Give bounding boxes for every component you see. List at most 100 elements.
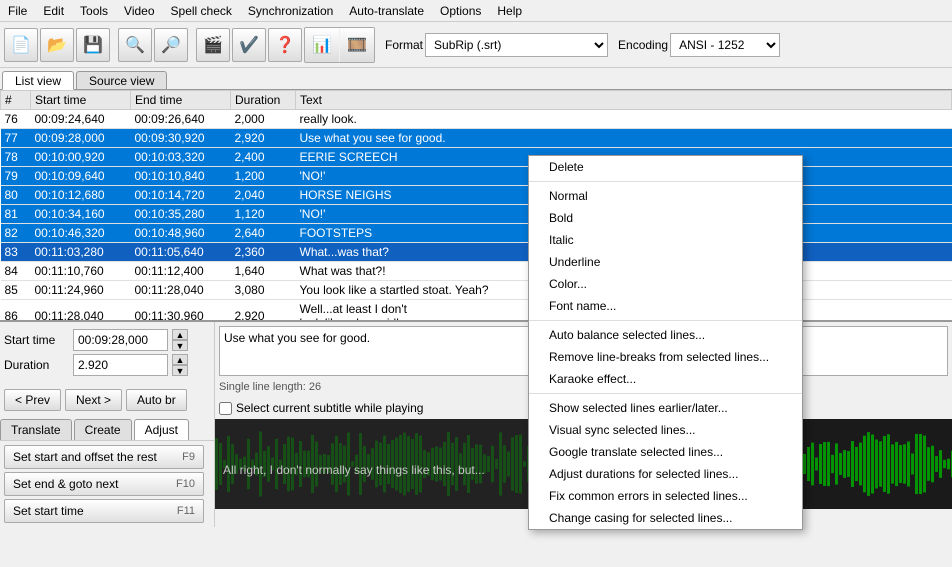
context-menu-item[interactable]: Karaoke effect... (529, 368, 802, 390)
table-row[interactable]: 85 00:11:24,960 00:11:28,040 3,080 You l… (1, 281, 952, 300)
start-time-input[interactable] (73, 329, 168, 351)
cell-num: 85 (1, 281, 31, 300)
col-header-end: End time (131, 91, 231, 110)
cell-end: 00:10:48,960 (131, 224, 231, 243)
tab-list-view[interactable]: List view (2, 71, 74, 90)
context-menu-item[interactable]: Delete (529, 156, 802, 178)
save-button[interactable]: 💾 (76, 28, 110, 62)
table-row[interactable]: 80 00:10:12,680 00:10:14,720 2,040 HORSE… (1, 186, 952, 205)
table-row[interactable]: 81 00:10:34,160 00:10:35,280 1,120 'NO!' (1, 205, 952, 224)
check-button[interactable]: ✔️ (232, 28, 266, 62)
table-row[interactable]: 84 00:11:10,760 00:11:12,400 1,640 What … (1, 262, 952, 281)
col-header-duration: Duration (231, 91, 296, 110)
cell-duration: 2,360 (231, 243, 296, 262)
menu-tools[interactable]: Tools (72, 2, 116, 20)
cell-start: 00:11:10,760 (31, 262, 131, 281)
duration-up[interactable]: ▲ (172, 354, 188, 365)
tab-adjust[interactable]: Adjust (134, 419, 189, 440)
table-row[interactable]: 82 00:10:46,320 00:10:48,960 2,640 FOOTS… (1, 224, 952, 243)
table-row[interactable]: 77 00:09:28,000 00:09:30,920 2,920 Use w… (1, 129, 952, 148)
cell-start: 00:11:03,280 (31, 243, 131, 262)
subtitle-table: # Start time End time Duration Text 76 0… (0, 90, 952, 320)
encoding-select[interactable]: ANSI - 1252 UTF-8 UTF-16 (670, 33, 780, 57)
tab-source-view[interactable]: Source view (76, 71, 167, 89)
menu-file[interactable]: File (0, 2, 35, 20)
table-row[interactable]: 86 00:11:28,040 00:11:30,960 2,920 Well.… (1, 300, 952, 321)
find-button[interactable]: 🔍 (118, 28, 152, 62)
waveform-button[interactable]: 📊 (305, 28, 339, 62)
context-menu-item[interactable]: Italic (529, 229, 802, 251)
format-select[interactable]: SubRip (.srt) MicroDVD Advanced Sub Stat… (425, 33, 608, 57)
open-button[interactable]: 📂 (40, 28, 74, 62)
video2-button[interactable]: 🎞️ (340, 28, 374, 62)
context-menu-item[interactable]: Underline (529, 251, 802, 273)
menu-video[interactable]: Video (116, 2, 162, 20)
set-start-offset-fn: F9 (182, 451, 195, 463)
duration-label: Duration (4, 358, 69, 372)
context-menu-item[interactable]: Change casing for selected lines... (529, 507, 802, 529)
cell-start: 00:11:24,960 (31, 281, 131, 300)
next-button[interactable]: Next > (65, 389, 122, 411)
set-start-offset-button[interactable]: Set start and offset the rest F9 (4, 445, 204, 469)
replace-button[interactable]: 🔎 (154, 28, 188, 62)
cell-end: 00:10:35,280 (131, 205, 231, 224)
prev-button[interactable]: < Prev (4, 389, 61, 411)
menu-options[interactable]: Options (432, 2, 489, 20)
cell-start: 00:10:12,680 (31, 186, 131, 205)
cell-num: 82 (1, 224, 31, 243)
context-menu-item[interactable]: Normal (529, 185, 802, 207)
context-menu-item[interactable]: Show selected lines earlier/later... (529, 397, 802, 419)
context-menu-item[interactable]: Font name... (529, 295, 802, 317)
table-row[interactable]: 83 00:11:03,280 00:11:05,640 2,360 What.… (1, 243, 952, 262)
duration-row: Duration ▲ ▼ (4, 354, 210, 376)
cell-end: 00:10:03,320 (131, 148, 231, 167)
context-menu-item[interactable]: Fix common errors in selected lines... (529, 485, 802, 507)
select-current-checkbox[interactable] (219, 402, 232, 415)
table-row[interactable]: 79 00:10:09,640 00:10:10,840 1,200 'NO!' (1, 167, 952, 186)
adjust-buttons-panel: Set start and offset the rest F9 Set end… (0, 441, 214, 527)
context-menu-item[interactable]: Google translate selected lines... (529, 441, 802, 463)
start-time-up[interactable]: ▲ (172, 329, 188, 340)
menu-synchronization[interactable]: Synchronization (240, 2, 341, 20)
duration-input[interactable] (73, 354, 168, 376)
cell-duration: 2,400 (231, 148, 296, 167)
video-button[interactable]: 🎬 (196, 28, 230, 62)
menu-separator (529, 320, 802, 321)
set-end-goto-label: Set end & goto next (13, 477, 118, 491)
context-menu-item[interactable]: Bold (529, 207, 802, 229)
cell-duration: 2,640 (231, 224, 296, 243)
help-button[interactable]: ❓ (268, 28, 302, 62)
tab-create[interactable]: Create (74, 419, 132, 440)
tab-translate[interactable]: Translate (0, 419, 72, 440)
start-time-row: Start time ▲ ▼ (4, 329, 210, 351)
cell-end: 00:09:26,640 (131, 110, 231, 129)
context-menu-item[interactable]: Auto balance selected lines... (529, 324, 802, 346)
view-tabbar: List view Source view (0, 68, 952, 90)
menu-auto-translate[interactable]: Auto-translate (341, 2, 432, 20)
set-end-goto-button[interactable]: Set end & goto next F10 (4, 472, 204, 496)
menu-spell-check[interactable]: Spell check (163, 2, 240, 20)
table-row[interactable]: 76 00:09:24,640 00:09:26,640 2,000 reall… (1, 110, 952, 129)
subtitle-table-wrapper[interactable]: # Start time End time Duration Text 76 0… (0, 90, 952, 320)
cell-end: 00:11:05,640 (131, 243, 231, 262)
cell-duration: 2,000 (231, 110, 296, 129)
table-row[interactable]: 78 00:10:00,920 00:10:03,320 2,400 EERIE… (1, 148, 952, 167)
menu-help[interactable]: Help (489, 2, 530, 20)
context-menu-item[interactable]: Remove line-breaks from selected lines..… (529, 346, 802, 368)
cell-num: 77 (1, 129, 31, 148)
start-time-down[interactable]: ▼ (172, 340, 188, 351)
auto-br-button[interactable]: Auto br (126, 389, 187, 411)
context-menu-item[interactable]: Color... (529, 273, 802, 295)
toolbar: 📄 📂 💾 🔍 🔎 🎬 ✔️ ❓ 📊 🎞️ Format SubRip (.sr… (0, 22, 952, 68)
context-menu-item[interactable]: Adjust durations for selected lines... (529, 463, 802, 485)
context-menu-item[interactable]: Visual sync selected lines... (529, 419, 802, 441)
cell-num: 83 (1, 243, 31, 262)
cell-end: 00:11:12,400 (131, 262, 231, 281)
duration-down[interactable]: ▼ (172, 365, 188, 376)
cell-start: 00:09:28,000 (31, 129, 131, 148)
menubar: File Edit Tools Video Spell check Synchr… (0, 0, 952, 22)
menu-edit[interactable]: Edit (35, 2, 72, 20)
new-button[interactable]: 📄 (4, 28, 38, 62)
set-start-time-button[interactable]: Set start time F11 (4, 499, 204, 523)
cell-num: 81 (1, 205, 31, 224)
